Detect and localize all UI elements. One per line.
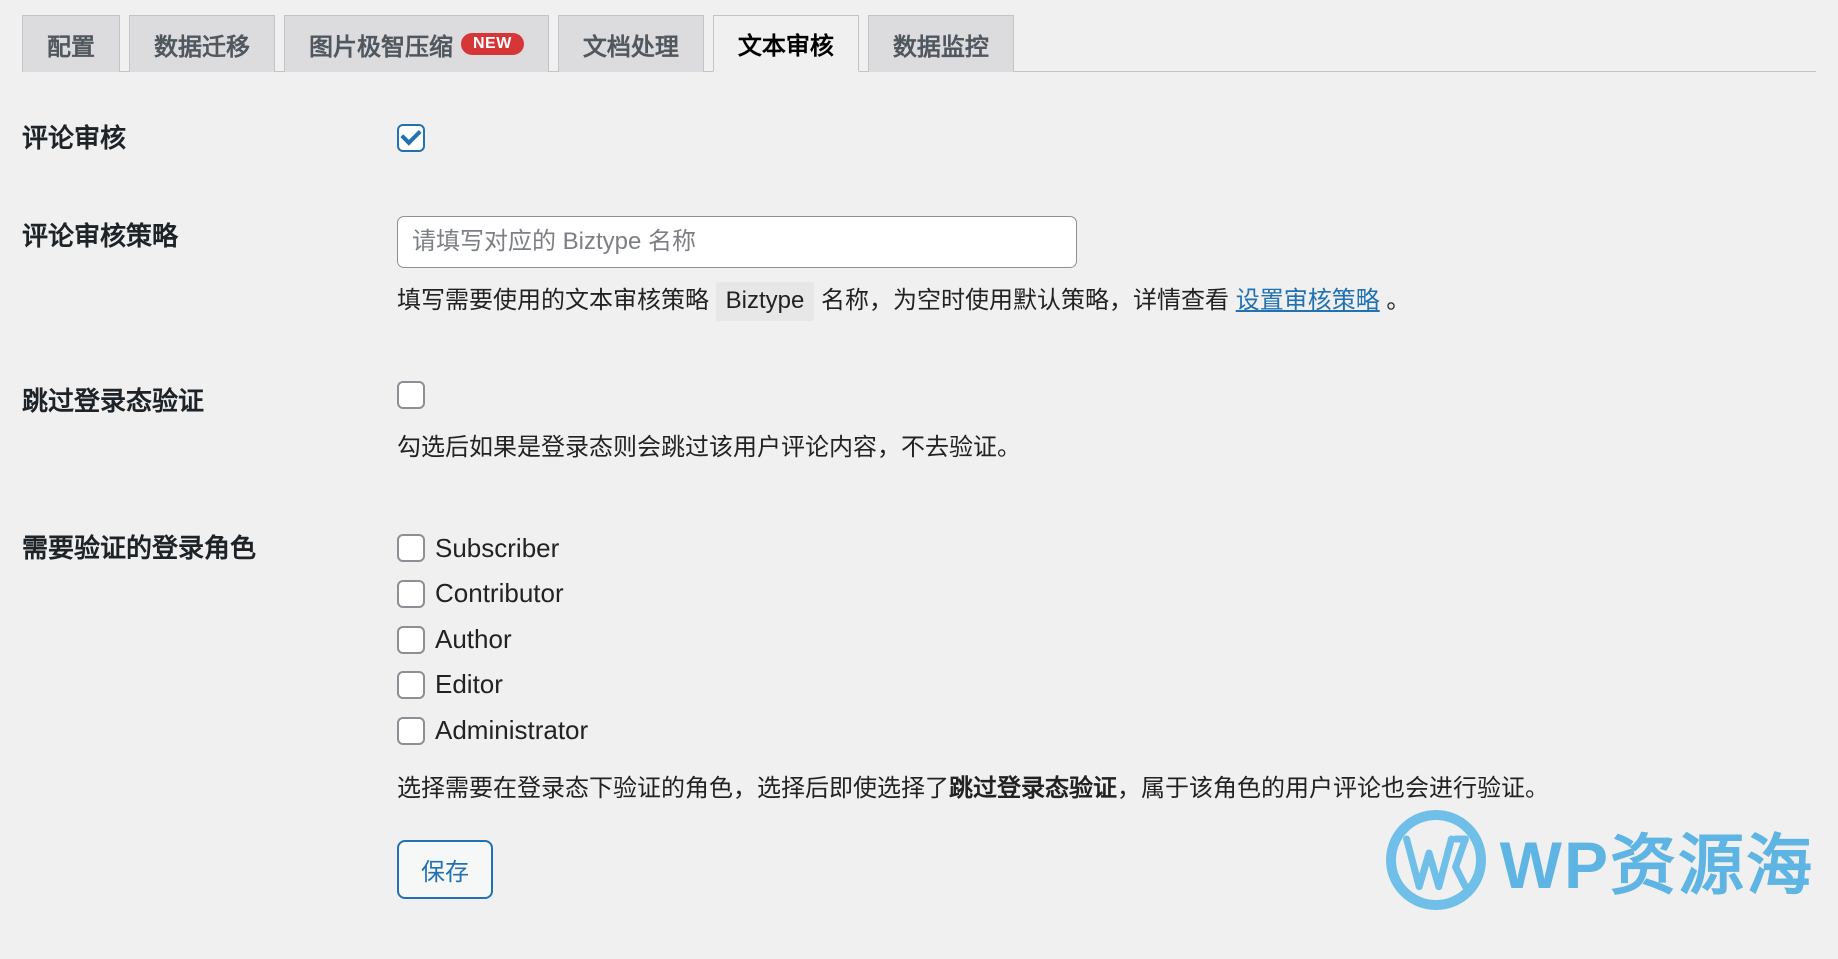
role-checkbox-contributor[interactable]	[397, 580, 425, 608]
role-item-author: Author	[397, 619, 1816, 661]
new-badge: NEW	[461, 33, 524, 55]
biztype-code: Biztype	[716, 282, 815, 320]
row-label-comment-policy: 评论审核策略	[22, 216, 397, 380]
desc-text: ，属于该角色的用户评论也会进行验证。	[1117, 775, 1549, 802]
policy-link[interactable]: 设置审核策略	[1236, 287, 1380, 314]
role-item-contributor: Contributor	[397, 573, 1816, 615]
desc-text: 名称，为空时使用默认策略，详情查看	[821, 287, 1236, 314]
comment-audit-checkbox[interactable]	[397, 124, 425, 152]
tab-migrate[interactable]: 数据迁移	[129, 15, 275, 72]
desc-bold: 跳过登录态验证	[949, 775, 1117, 802]
tab-label: 文档处理	[583, 27, 679, 62]
desc-text: 填写需要使用的文本审核策略	[397, 287, 716, 314]
skip-login-checkbox[interactable]	[397, 381, 425, 409]
role-label: Contributor	[435, 573, 564, 615]
role-item-subscriber: Subscriber	[397, 528, 1816, 570]
save-button[interactable]: 保存	[397, 840, 493, 899]
tab-label: 图片极智压缩	[309, 27, 453, 62]
desc-text: 。	[1386, 287, 1410, 314]
row-label-roles: 需要验证的登录角色	[22, 528, 397, 840]
role-label: Author	[435, 619, 512, 661]
role-label: Subscriber	[435, 528, 559, 570]
roles-desc: 选择需要在登录态下验证的角色，选择后即使选择了跳过登录态验证，属于该角色的用户评…	[397, 770, 1816, 808]
tab-label: 文本审核	[738, 26, 834, 61]
role-checkbox-subscriber[interactable]	[397, 534, 425, 562]
role-checkbox-author[interactable]	[397, 626, 425, 654]
tab-bar: 配置 数据迁移 图片极智压缩 NEW 文档处理 文本审核 数据监控	[22, 14, 1816, 72]
row-label-comment-audit: 评论审核	[22, 118, 397, 216]
tab-label: 数据迁移	[154, 27, 250, 62]
tab-monitor[interactable]: 数据监控	[868, 15, 1014, 72]
role-item-administrator: Administrator	[397, 710, 1816, 752]
biztype-input[interactable]	[397, 216, 1077, 268]
settings-form: 评论审核 评论审核策略 填写需要使用的文本审核策略 Biztype 名称，为空时…	[22, 118, 1816, 959]
role-label: Administrator	[435, 710, 588, 752]
role-label: Editor	[435, 664, 503, 706]
role-checkbox-administrator[interactable]	[397, 717, 425, 745]
tab-label: 配置	[47, 27, 95, 62]
skip-login-desc: 勾选后如果是登录态则会跳过该用户评论内容，不去验证。	[397, 429, 1816, 467]
role-checkbox-editor[interactable]	[397, 671, 425, 699]
tab-text-audit[interactable]: 文本审核	[713, 15, 859, 72]
tab-label: 数据监控	[893, 27, 989, 62]
role-item-editor: Editor	[397, 664, 1816, 706]
tab-doc[interactable]: 文档处理	[558, 15, 704, 72]
row-label-skip-login: 跳过登录态验证	[22, 381, 397, 528]
comment-policy-desc: 填写需要使用的文本审核策略 Biztype 名称，为空时使用默认策略，详情查看 …	[397, 282, 1816, 320]
tab-compress[interactable]: 图片极智压缩 NEW	[284, 15, 549, 72]
tab-config[interactable]: 配置	[22, 15, 120, 72]
desc-text: 选择需要在登录态下验证的角色，选择后即使选择了	[397, 775, 949, 802]
